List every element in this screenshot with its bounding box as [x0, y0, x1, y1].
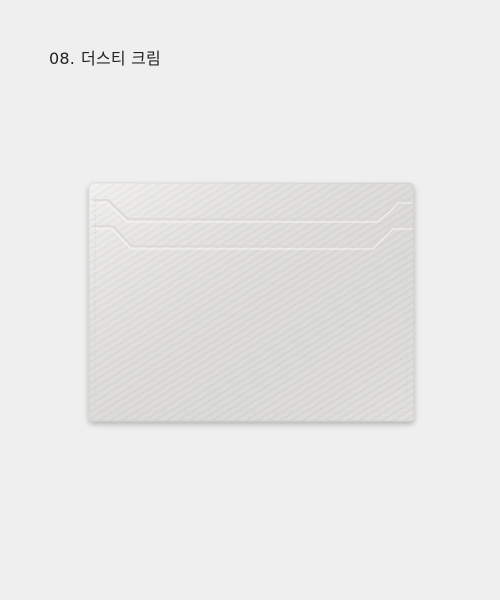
product-color-page: 08. 더스티 크림	[0, 0, 500, 600]
card-holder-photo	[88, 182, 415, 422]
card-holder	[88, 182, 415, 422]
